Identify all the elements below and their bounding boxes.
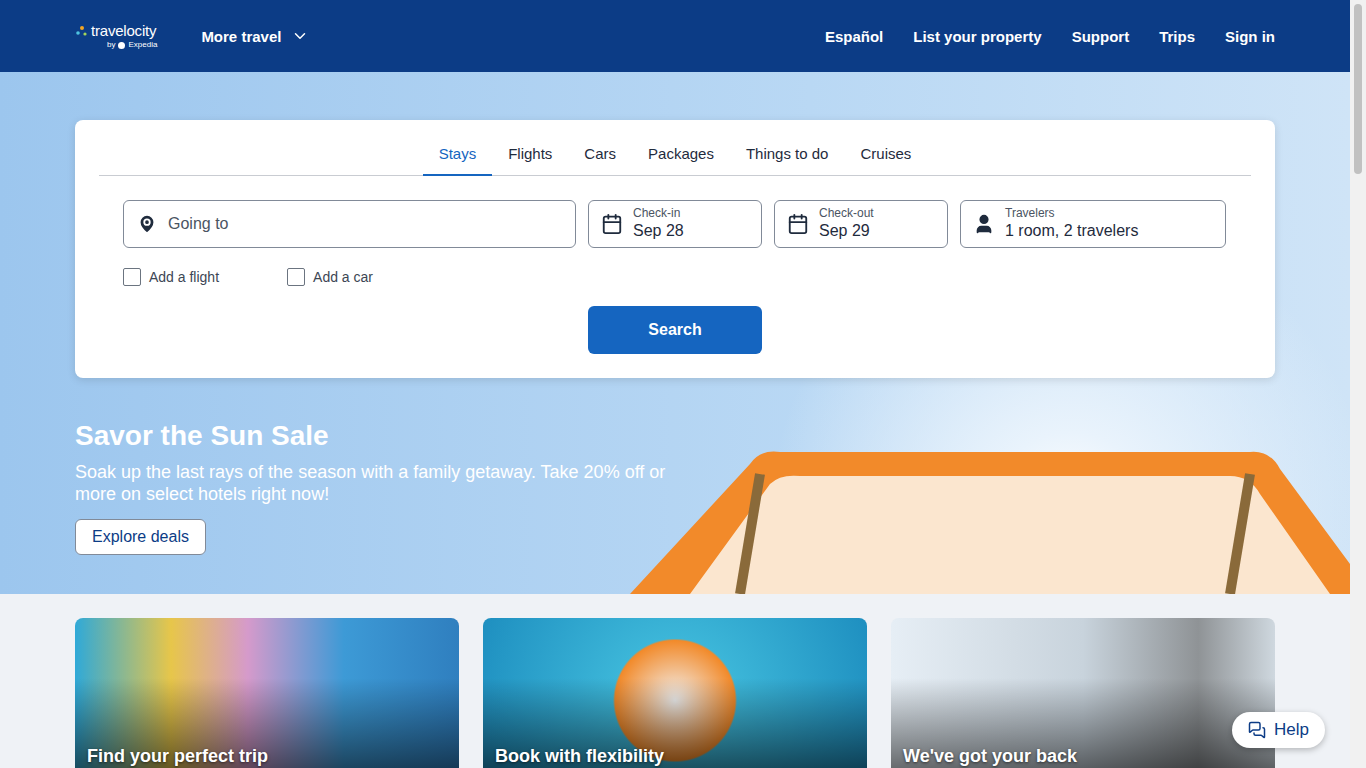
search-tab[interactable]: Packages (632, 132, 730, 176)
nav-link[interactable]: Español (825, 28, 883, 45)
feature-caption: Book with flexibility (495, 746, 664, 766)
travelers-text: Travelers1 room, 2 travelers (1005, 206, 1138, 241)
field-row: Going to Check-inSep 28 Check-outSep 29 Tra… (99, 200, 1251, 248)
destination-placeholder: Going to (168, 215, 228, 233)
option-row: Add a flight Add a car (99, 265, 1251, 289)
feature-card[interactable]: Book with flexibility (483, 618, 867, 768)
feature-caption: Find your perfect trip (87, 746, 268, 766)
logo-name: travelocity (91, 23, 157, 38)
date-label: Check-in (633, 206, 684, 220)
nav-link[interactable]: Support (1072, 28, 1130, 45)
travelers-value: 1 room, 2 travelers (1005, 221, 1138, 242)
search-tab[interactable]: Stays (423, 132, 493, 176)
search-tab[interactable]: Things to do (730, 132, 845, 176)
feature-caption: We've got your back (903, 746, 1077, 766)
feature-cards: Find your perfect trip Book with flexibil… (0, 594, 1350, 768)
logo[interactable]: travelocity byExpedia (75, 23, 157, 49)
search-tab[interactable]: Cruises (844, 132, 927, 176)
person-icon (973, 213, 995, 235)
nav-link[interactable]: Trips (1159, 28, 1195, 45)
page: travelocity byExpedia More travel Español Li… (0, 0, 1366, 768)
explore-deals-button[interactable]: Explore deals (75, 519, 206, 555)
search-button[interactable]: Search (588, 306, 762, 354)
beach-chair-icon (630, 444, 1350, 594)
logo-byline: byExpedia (91, 41, 157, 49)
nav-link[interactable]: Sign in (1225, 28, 1275, 45)
logo-text: travelocity byExpedia (91, 23, 157, 49)
date-text: Check-outSep 29 (819, 206, 874, 241)
logo-star-icon (75, 25, 89, 39)
checkbox[interactable] (287, 268, 305, 286)
travelers-field[interactable]: Travelers1 room, 2 travelers (960, 200, 1226, 248)
scrollbar[interactable] (1350, 0, 1366, 768)
destination-field[interactable]: Going to (123, 200, 576, 248)
checkbox[interactable] (123, 268, 141, 286)
date-value: Sep 29 (819, 221, 874, 242)
date-field[interactable]: Check-inSep 28 (588, 200, 762, 248)
calendar-icon (601, 213, 623, 235)
date-label: Check-out (819, 206, 874, 220)
nav-links: Español List your property Support Trips Sig… (825, 28, 1275, 45)
chat-icon (1248, 721, 1266, 739)
option-checkbox[interactable]: Add a car (287, 268, 373, 286)
search-tab[interactable]: Cars (568, 132, 632, 176)
promo-text: Soak up the last rays of the season with… (75, 461, 675, 505)
header: travelocity byExpedia More travel Español Li… (0, 0, 1350, 72)
tab-bar: StaysFlightsCarsPackagesThings to doCrui… (99, 132, 1251, 176)
search-card: StaysFlightsCarsPackagesThings to doCrui… (75, 120, 1275, 378)
feature-card[interactable]: We've got your back (891, 618, 1275, 768)
date-value: Sep 28 (633, 221, 684, 242)
more-travel-button[interactable]: More travel (197, 21, 313, 51)
help-button[interactable]: Help (1232, 712, 1325, 748)
expedia-icon (118, 42, 125, 49)
date-field[interactable]: Check-outSep 29 (774, 200, 948, 248)
travelers-label: Travelers (1005, 206, 1138, 220)
feature-card[interactable]: Find your perfect trip (75, 618, 459, 768)
calendar-icon (787, 213, 809, 235)
scroll-thumb[interactable] (1354, 4, 1362, 174)
option-checkbox[interactable]: Add a flight (123, 268, 219, 286)
promo-title: Savor the Sun Sale (75, 418, 675, 453)
date-text: Check-inSep 28 (633, 206, 684, 241)
promo: Savor the Sun Sale Soak up the last rays … (75, 418, 675, 555)
hero: StaysFlightsCarsPackagesThings to doCrui… (0, 72, 1350, 594)
nav-link[interactable]: List your property (913, 28, 1041, 45)
search-tab[interactable]: Flights (492, 132, 568, 176)
chevron-down-icon (291, 27, 309, 45)
main: travelocity byExpedia More travel Español Li… (0, 0, 1350, 768)
map-pin-icon (136, 213, 158, 235)
